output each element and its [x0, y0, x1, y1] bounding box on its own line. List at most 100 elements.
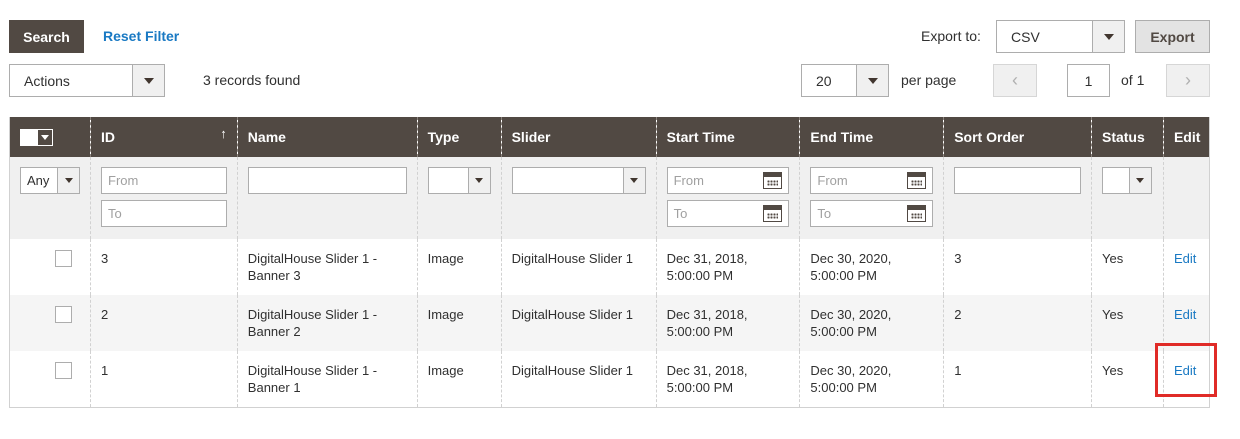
type-filter-select[interactable]	[427, 167, 491, 194]
filter-cell	[236, 157, 418, 239]
start-time-to-input[interactable]: To	[666, 200, 790, 227]
search-button[interactable]: Search	[9, 20, 84, 53]
chevron-down-icon	[1128, 168, 1151, 193]
edit-link[interactable]: Edit	[1174, 307, 1196, 322]
edit-cell: Edit	[1162, 295, 1210, 351]
row-checkbox[interactable]	[55, 306, 72, 323]
filter-cell	[943, 157, 1092, 239]
filter-cell	[416, 157, 502, 239]
name-cell: DigitalHouse Slider 1 - Banner 3	[236, 239, 418, 295]
id-to-input[interactable]: To	[101, 200, 227, 227]
edit-link[interactable]: Edit	[1174, 251, 1196, 266]
slider-cell: DigitalHouse Slider 1	[500, 295, 657, 351]
column-header-slider[interactable]: Slider	[500, 117, 657, 157]
chevron-down-icon	[622, 168, 645, 193]
previous-page-button[interactable]: ‹	[993, 64, 1037, 97]
column-header-label: End Time	[810, 129, 874, 145]
column-header-label: Start Time	[666, 129, 735, 145]
name-cell: DigitalHouse Slider 1 - Banner 1	[236, 351, 418, 408]
table-row[interactable]: 2 DigitalHouse Slider 1 - Banner 2 Image…	[9, 295, 1210, 351]
sort-order-cell: 2	[943, 295, 1092, 351]
page-number-input[interactable]: 1	[1067, 64, 1110, 97]
filter-cell: From To	[655, 157, 800, 239]
slider-cell: DigitalHouse Slider 1	[500, 351, 657, 408]
checkbox-icon	[21, 129, 38, 145]
edit-link[interactable]: Edit	[1174, 363, 1196, 378]
end-time-from-input[interactable]: From	[810, 167, 934, 194]
column-header-start-time[interactable]: Start Time	[655, 117, 800, 157]
filter-select-value: Any	[27, 173, 50, 188]
column-header-status[interactable]: Status	[1090, 117, 1164, 157]
column-header-id[interactable]: ID ↑	[90, 117, 238, 157]
status-cell: Yes	[1090, 239, 1164, 295]
mass-filter-select[interactable]: Any	[20, 167, 80, 194]
id-from-input[interactable]: From	[101, 167, 227, 194]
next-page-button[interactable]: ›	[1166, 64, 1210, 97]
sort-order-filter-input[interactable]	[954, 167, 1081, 194]
mass-select-control[interactable]	[20, 128, 53, 146]
row-select-cell	[9, 295, 91, 351]
export-button[interactable]: Export	[1135, 20, 1210, 53]
reset-filter-link[interactable]: Reset Filter	[103, 28, 179, 44]
status-cell: Yes	[1090, 295, 1164, 351]
grid-header-row: ID ↑ Name Type Slider Start Time End Time…	[9, 117, 1210, 157]
name-cell: DigitalHouse Slider 1 - Banner 2	[236, 295, 418, 351]
row-checkbox[interactable]	[55, 362, 72, 379]
column-header-label: ID	[101, 129, 115, 145]
export-format-select[interactable]: CSV	[996, 20, 1125, 53]
slider-filter-select[interactable]	[511, 167, 646, 194]
chevron-down-icon	[38, 130, 52, 145]
export-label: Export to:	[921, 28, 981, 44]
column-header-label: Type	[427, 129, 460, 145]
table-row[interactable]: 3 DigitalHouse Slider 1 - Banner 3 Image…	[10, 239, 1210, 295]
column-header-sort-order[interactable]: Sort Order	[943, 117, 1092, 157]
column-header-label: Status	[1101, 129, 1145, 145]
chevron-down-icon	[1092, 21, 1124, 52]
type-cell: Image	[416, 239, 502, 295]
chevron-down-icon	[856, 65, 888, 96]
mass-action-header[interactable]	[9, 117, 91, 157]
table-row[interactable]: 1 DigitalHouse Slider 1 - Banner 1 Image…	[9, 351, 1210, 408]
row-checkbox[interactable]	[55, 250, 72, 267]
calendar-icon[interactable]	[763, 172, 783, 189]
actions-select[interactable]: Actions	[9, 64, 165, 97]
column-header-label: Edit	[1173, 129, 1201, 145]
start-time-from-input[interactable]: From	[666, 167, 790, 194]
edit-cell: Edit	[1162, 239, 1210, 295]
records-count: 3 records found	[203, 72, 301, 88]
filter-cell	[500, 157, 657, 239]
filter-cell: Any	[9, 157, 91, 239]
name-filter-input[interactable]	[247, 167, 407, 194]
type-cell: Image	[416, 351, 502, 408]
status-filter-select[interactable]	[1101, 167, 1152, 194]
calendar-icon[interactable]	[907, 205, 927, 222]
page-total-label: of 1	[1121, 72, 1145, 88]
filter-cell: From To	[90, 157, 238, 239]
actions-value: Actions	[24, 72, 70, 89]
end-time-to-input[interactable]: To	[810, 200, 934, 227]
per-page-label: per page	[901, 72, 957, 88]
column-header-label: Sort Order	[954, 129, 1025, 145]
sort-order-cell: 3	[943, 239, 1092, 295]
chevron-down-icon	[467, 168, 490, 193]
per-page-value: 20	[816, 72, 832, 89]
sort-order-cell: 1	[943, 351, 1092, 408]
calendar-icon[interactable]	[907, 172, 927, 189]
per-page-select[interactable]: 20	[801, 64, 889, 97]
end-time-cell: Dec 30, 2020, 5:00:00 PM	[799, 351, 944, 408]
filter-cell: From To	[799, 157, 944, 239]
id-cell: 2	[90, 295, 238, 351]
column-header-name[interactable]: Name	[236, 117, 418, 157]
filter-cell	[1090, 157, 1164, 239]
column-header-label: Name	[247, 129, 286, 145]
id-cell: 1	[90, 351, 238, 408]
slider-cell: DigitalHouse Slider 1	[500, 239, 657, 295]
row-select-cell	[9, 351, 91, 408]
end-time-cell: Dec 30, 2020, 5:00:00 PM	[799, 239, 944, 295]
column-header-end-time[interactable]: End Time	[799, 117, 944, 157]
row-select-cell	[10, 239, 91, 295]
chevron-down-icon	[57, 168, 79, 193]
banner-grid: ID ↑ Name Type Slider Start Time End Time…	[9, 117, 1210, 408]
column-header-type[interactable]: Type	[416, 117, 502, 157]
calendar-icon[interactable]	[763, 205, 783, 222]
